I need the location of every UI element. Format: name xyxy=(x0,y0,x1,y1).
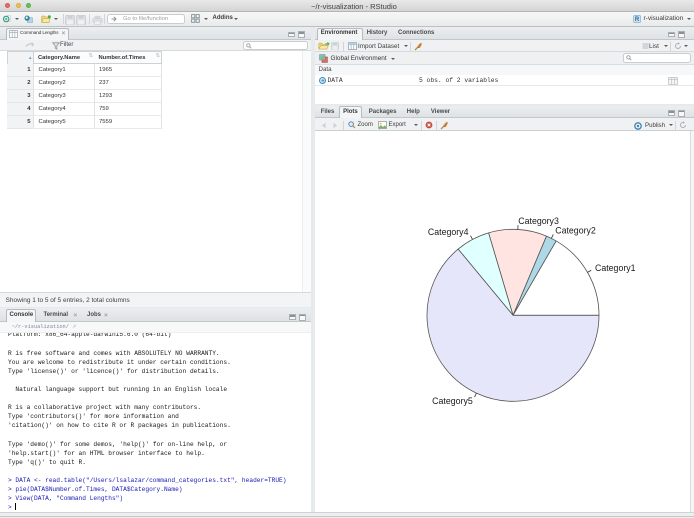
svg-text:R: R xyxy=(635,17,640,23)
svg-text:Category2: Category2 xyxy=(555,226,596,236)
svg-text:Category3: Category3 xyxy=(518,216,559,226)
svg-text:Category1: Category1 xyxy=(595,263,636,273)
svg-text:Category5: Category5 xyxy=(432,396,473,406)
svg-text:Category4: Category4 xyxy=(428,227,469,237)
